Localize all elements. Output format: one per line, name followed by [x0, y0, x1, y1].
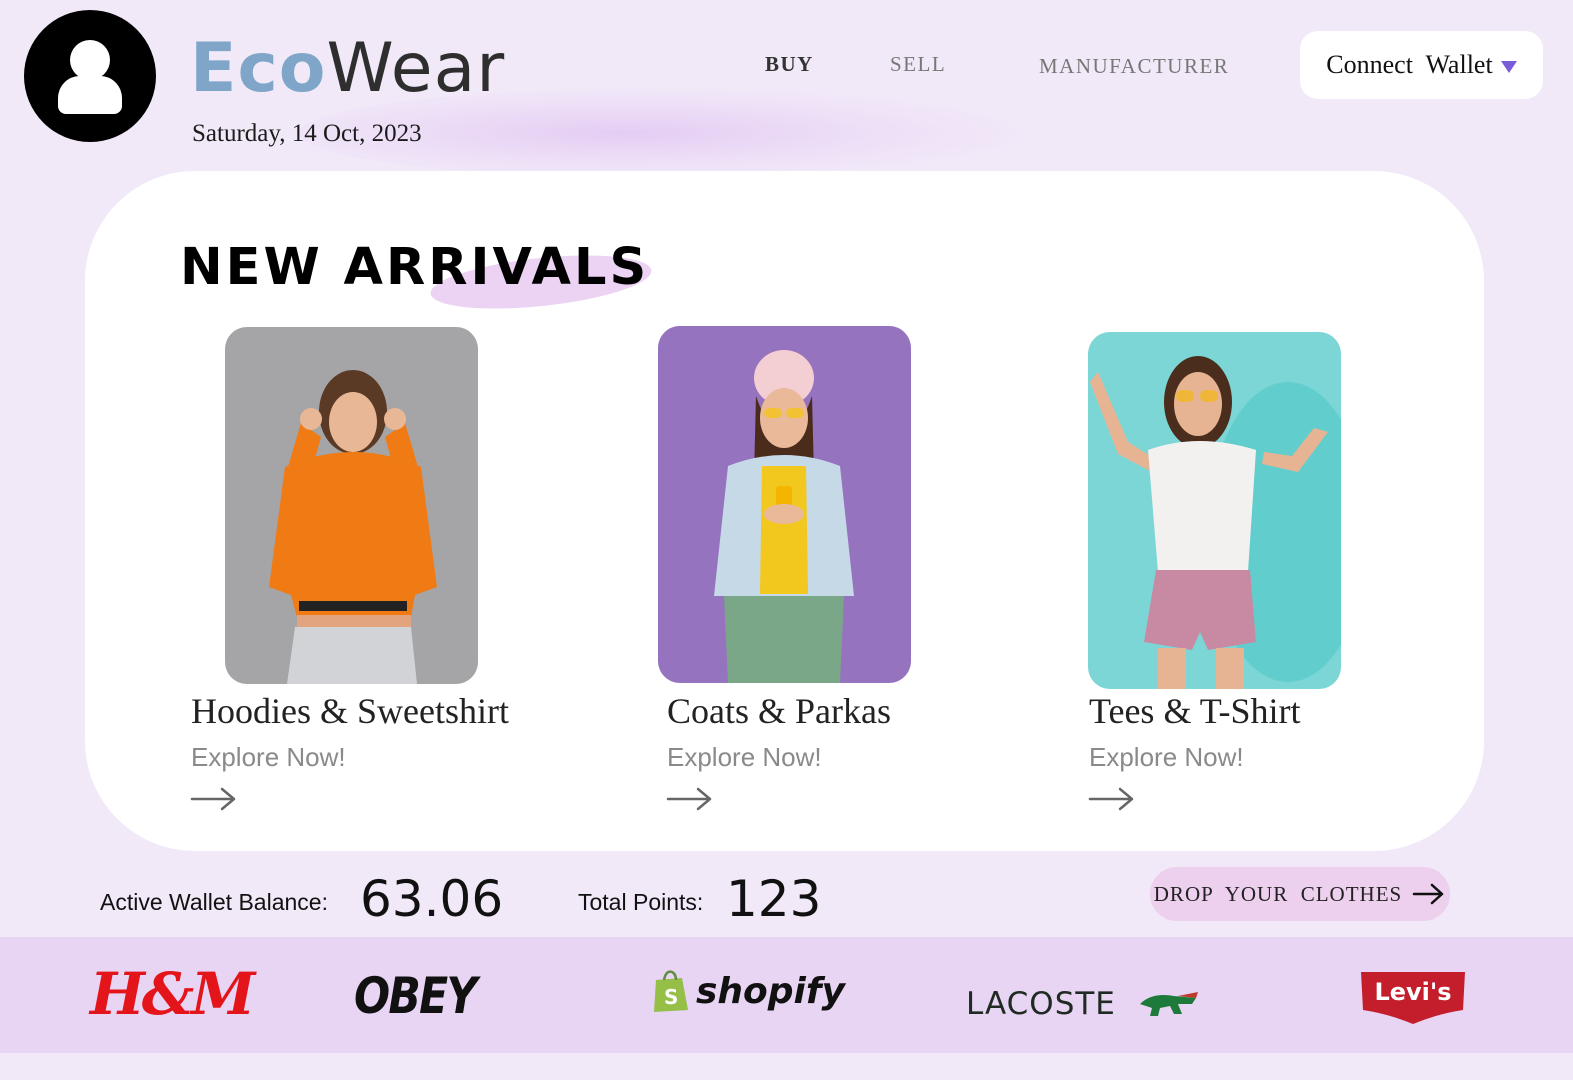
hm-logo: H&M [90, 960, 255, 1028]
obey-logo: OBEY [354, 967, 477, 1025]
user-avatar-icon[interactable] [24, 10, 156, 142]
brand-logo: EcoWear [190, 26, 505, 112]
nav-sell[interactable]: SELL [890, 52, 946, 77]
connect-wallet-button[interactable]: Connect Wallet [1300, 31, 1543, 99]
levis-logo-text: Levi's [1374, 978, 1452, 1006]
explore-link-tees[interactable]: Explore Now! [1089, 742, 1244, 773]
total-points-value: 123 [726, 870, 822, 928]
chevron-down-icon [1500, 61, 1517, 73]
category-title-hoodies[interactable]: Hoodies & Sweetshirt [191, 690, 509, 732]
arrow-right-icon[interactable] [1088, 786, 1136, 812]
new-arrivals-heading: NEW ARRIVALS [180, 238, 650, 297]
arrow-right-icon [1412, 883, 1444, 905]
nav-manufacturer[interactable]: MANUFACTURER [1039, 54, 1229, 79]
category-photo-tees[interactable] [1088, 332, 1341, 689]
drop-your-clothes-button[interactable]: DROP YOUR CLOTHES [1150, 867, 1450, 921]
explore-link-coats[interactable]: Explore Now! [667, 742, 822, 773]
explore-link-hoodies[interactable]: Explore Now! [191, 742, 346, 773]
shopify-bag-icon: S [652, 968, 690, 1012]
lacoste-logo: LACOSTE [966, 986, 1116, 1022]
connect-wallet-label: Connect Wallet [1326, 50, 1493, 79]
category-title-coats[interactable]: Coats & Parkas [667, 690, 891, 732]
category-title-tees[interactable]: Tees & T-Shirt [1089, 690, 1300, 732]
svg-text:S: S [664, 985, 678, 1009]
brand-logo-wear: Wear [326, 29, 506, 108]
levis-logo: Levi's [1359, 970, 1467, 1026]
total-points-label: Total Points: [578, 889, 704, 915]
crocodile-icon [1138, 984, 1200, 1020]
wallet-balance-label: Active Wallet Balance: [100, 889, 328, 915]
category-photo-coats[interactable] [658, 326, 911, 683]
nav-buy[interactable]: BUY [765, 52, 814, 77]
category-photo-hoodies[interactable] [225, 327, 478, 684]
brand-logo-eco: Eco [190, 29, 327, 108]
arrow-right-icon[interactable] [190, 786, 238, 812]
current-date: Saturday, 14 Oct, 2023 [192, 120, 422, 147]
shopify-logo: shopify [696, 971, 846, 1012]
drop-button-label: DROP YOUR CLOTHES [1153, 881, 1403, 906]
arrow-right-icon[interactable] [666, 786, 714, 812]
wallet-balance-value: 63.06 [360, 870, 504, 928]
